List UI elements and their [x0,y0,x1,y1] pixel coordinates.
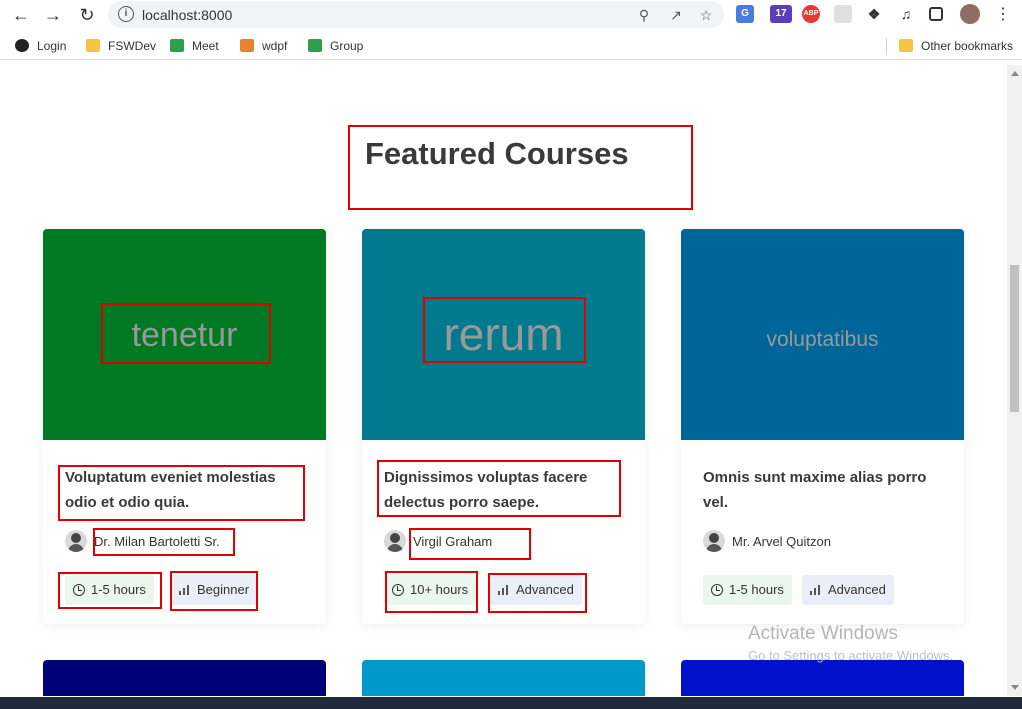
profile-avatar-icon[interactable] [960,4,980,24]
bookmark-fswdev[interactable]: FSWDev [86,38,156,54]
bookmark-group[interactable]: Group [308,38,363,54]
course-thumbnail-partial[interactable] [681,660,964,696]
browser-toolbar: ← → ↻ i localhost:8000 ⚲ ↗ ☆ G 17 ABP ❖ … [0,0,1022,30]
back-arrow-icon[interactable]: ← [10,4,32,26]
zoom-icon[interactable]: ⚲ [636,7,652,23]
course-thumbnail[interactable]: tenetur [43,229,326,440]
page-scrollbar[interactable] [1007,65,1022,696]
level-badge: Advanced [490,575,582,605]
course-title[interactable]: Dignissimos voluptas facere delectus por… [384,465,624,515]
folder-icon [86,39,100,52]
site-info-icon[interactable]: i [118,6,134,22]
bookmarks-divider [886,38,887,54]
google-meet-icon [170,39,184,52]
course-thumbnail[interactable]: voluptatibus [681,229,964,440]
scroll-up-icon[interactable] [1011,71,1019,76]
course-card[interactable]: rerum Dignissimos voluptas facere delect… [362,229,645,624]
duration-badge: 10+ hours [384,575,477,605]
activate-windows-subtitle: Go to Settings to activate Windows. [748,648,954,663]
course-thumbnail[interactable]: rerum [362,229,645,440]
duration-badge: 1-5 hours [703,575,792,605]
thumbnail-text: tenetur [131,316,238,354]
instructor-name[interactable]: Dr. Milan Bartoletti Sr. [94,534,220,549]
bar-chart-icon [498,585,510,595]
level-badge: Beginner [171,575,258,605]
page-content: Featured Courses tenetur Voluptatum even… [0,65,1007,696]
forward-arrow-icon[interactable]: → [42,4,64,26]
bookmark-star-icon[interactable]: ☆ [698,7,714,23]
windows-taskbar [0,697,1022,709]
level-badge: Advanced [802,575,894,605]
bar-chart-icon [810,585,822,595]
google-meet-icon [308,39,322,52]
bookmark-meet[interactable]: Meet [170,38,219,54]
github-icon [15,39,29,52]
translate-extension-icon[interactable]: G [736,5,754,23]
scrollbar-thumb[interactable] [1010,265,1019,412]
folder-icon [899,39,913,52]
scroll-down-icon[interactable] [1011,685,1019,690]
address-bar[interactable]: i localhost:8000 ⚲ ↗ ☆ [108,1,724,28]
wdpf-icon [240,39,254,52]
course-card[interactable]: voluptatibus Omnis sunt maxime alias por… [681,229,964,624]
instructor-avatar [65,530,87,552]
side-panel-icon[interactable] [929,7,943,21]
thumbnail-text: voluptatibus [766,328,879,351]
media-control-icon[interactable]: ♫ [897,5,915,23]
bookmarks-bar: Login FSWDev Meet wdpf Group Other bookm… [0,32,1022,60]
clock-icon [392,584,404,596]
activate-windows-title: Activate Windows [748,623,898,644]
extension-grid-icon[interactable] [834,5,852,23]
share-icon[interactable]: ↗ [668,7,684,23]
url-text[interactable]: localhost:8000 [142,7,232,23]
course-thumbnail-partial[interactable] [362,660,645,696]
extensions-puzzle-icon[interactable]: ❖ [865,5,883,23]
course-extension-icon[interactable]: 17 [770,5,792,23]
adblock-extension-icon[interactable]: ABP [802,5,820,23]
course-title[interactable]: Omnis sunt maxime alias porro vel. [703,465,943,515]
instructor-name[interactable]: Mr. Arvel Quitzon [732,534,831,549]
bar-chart-icon [179,585,191,595]
reload-icon[interactable]: ↻ [76,4,98,26]
course-thumbnail-partial[interactable] [43,660,326,696]
course-title[interactable]: Voluptatum eveniet molestias odio et odi… [65,465,305,515]
thumbnail-text: rerum [443,308,564,360]
bookmark-other[interactable]: Other bookmarks [899,38,1013,54]
clock-icon [73,584,85,596]
clock-icon [711,584,723,596]
instructor-name[interactable]: Virgil Graham [413,534,492,549]
section-title: Featured Courses [365,136,629,171]
menu-kebab-icon[interactable]: ⋮ [992,4,1014,26]
instructor-avatar [384,530,406,552]
bookmark-wdpf[interactable]: wdpf [240,38,287,54]
instructor-avatar [703,530,725,552]
bookmark-login[interactable]: Login [15,38,66,54]
course-card[interactable]: tenetur Voluptatum eveniet molestias odi… [43,229,326,624]
duration-badge: 1-5 hours [65,575,154,605]
